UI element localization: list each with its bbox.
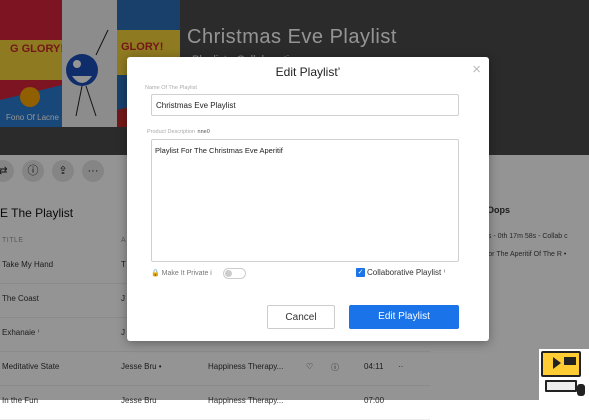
collaborative-label: Collaborative Playlist ⁱ: [367, 268, 445, 277]
lock-icon: 🔒: [151, 270, 160, 277]
toggle-knob: [225, 270, 232, 277]
cancel-button[interactable]: Cancel: [267, 305, 335, 329]
private-label: Make It Private i: [161, 270, 212, 277]
description-hint: nne0: [197, 129, 210, 135]
close-icon[interactable]: ×: [472, 61, 481, 78]
playlist-name-input[interactable]: Christmas Eve Playlist: [151, 94, 459, 116]
site-logo: [539, 349, 589, 400]
private-option: 🔒 Make It Private i: [151, 269, 212, 277]
description-label-text: Product Description: [147, 129, 195, 135]
dialog-title: Edit Playlist’: [275, 65, 341, 79]
playlist-description-textarea[interactable]: Playlist For The Christmas Eve Aperitif: [151, 139, 459, 262]
private-toggle[interactable]: [223, 268, 246, 279]
collaborative-option[interactable]: ✓ Collaborative Playlist ⁱ: [356, 268, 445, 278]
save-button[interactable]: Edit Playlist: [349, 305, 459, 329]
description-label: Product Description nne0: [147, 129, 210, 135]
collaborative-checkbox[interactable]: ✓: [356, 268, 365, 278]
edit-playlist-dialog: Edit Playlist’ × Name Of The Playlist Ch…: [127, 57, 489, 341]
name-label: Name Of The Playlist: [145, 85, 197, 91]
